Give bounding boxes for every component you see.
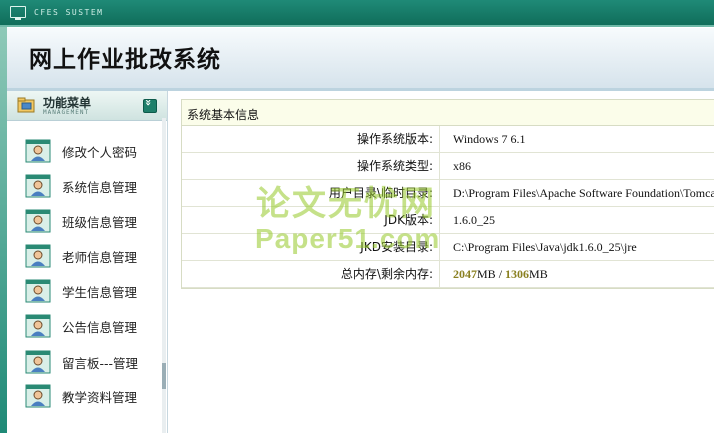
top-bar: CFES SUSTEM <box>0 0 714 27</box>
table-row: 总内存\剩余内存: 2047MB / 1306MB <box>182 261 714 288</box>
menu-folder-icon <box>17 97 35 113</box>
sidebar: 功能菜单 MANAGEMENT 修改个人密码 系统信息管理 班级信息管理 老师信… <box>7 91 168 433</box>
left-edge-strip <box>0 27 7 433</box>
page-title: 网上作业批改系统 <box>29 46 221 73</box>
menu-item-label: 修改个人密码 <box>62 145 138 160</box>
menu-subtitle: MANAGEMENT <box>43 109 90 116</box>
user-card-icon <box>25 350 51 374</box>
menu-item-teacher-info[interactable]: 老师信息管理 <box>25 241 165 269</box>
table-caption: 系统基本信息 <box>182 100 714 126</box>
menu-header: 功能菜单 MANAGEMENT <box>7 91 167 121</box>
scrollbar-grip[interactable] <box>162 363 166 389</box>
top-bar-divider <box>0 25 714 27</box>
table-row: 操作系统版本: Windows 7 6.1 <box>182 126 714 153</box>
menu-item-label: 系统信息管理 <box>62 180 138 195</box>
menu-item-label: 教学资料管理 <box>62 390 138 405</box>
system-label: CFES SUSTEM <box>34 8 104 17</box>
menu-item-class-info[interactable]: 班级信息管理 <box>25 206 165 234</box>
menu-item-message-board[interactable]: 留言板---管理 <box>25 347 165 375</box>
menu-item-label: 公告信息管理 <box>62 320 138 335</box>
menu-item-label: 学生信息管理 <box>62 285 138 300</box>
menu-item-student-info[interactable]: 学生信息管理 <box>25 276 165 304</box>
memory-unit: MB <box>529 267 548 281</box>
watermark-text: 论文无忧网 <box>256 184 436 224</box>
sidebar-scrollbar[interactable] <box>162 118 166 433</box>
watermark-url: Paper51.com <box>255 223 441 254</box>
row-value: x86 <box>453 159 471 173</box>
total-memory: 2047 <box>453 267 477 281</box>
user-card-icon <box>25 279 51 303</box>
memory-unit: MB <box>477 267 496 281</box>
menu-item-label: 留言板---管理 <box>62 356 139 371</box>
free-memory: 1306 <box>505 267 530 281</box>
row-value: D:\Program Files\Apache Software Foundat… <box>453 186 714 200</box>
user-card-icon <box>25 384 51 408</box>
menu-item-notice-info[interactable]: 公告信息管理 <box>25 311 165 339</box>
menu-item-teaching-materials[interactable]: 教学资料管理 <box>25 381 165 409</box>
row-key: 操作系统版本: <box>182 126 440 152</box>
row-key: 总内存\剩余内存: <box>182 261 440 287</box>
menu-item-change-password[interactable]: 修改个人密码 <box>25 136 165 164</box>
collapse-menu-icon[interactable] <box>143 99 157 113</box>
memory-separator: / <box>495 267 506 281</box>
user-card-icon <box>25 244 51 268</box>
row-value: 1.6.0_25 <box>453 213 495 227</box>
memory-value: 2047MB / 1306MB <box>453 261 714 287</box>
menu-item-label: 老师信息管理 <box>62 250 138 265</box>
header: 网上作业批改系统 <box>7 28 714 88</box>
menu-item-system-info[interactable]: 系统信息管理 <box>25 171 165 199</box>
table-caption-text: 系统基本信息 <box>187 108 260 122</box>
user-card-icon <box>25 174 51 198</box>
computer-icon <box>10 6 26 20</box>
row-value: C:\Program Files\Java\jdk1.6.0_25\jre <box>453 240 637 254</box>
row-value: Windows 7 6.1 <box>453 132 526 146</box>
user-card-icon <box>25 209 51 233</box>
menu-item-label: 班级信息管理 <box>62 215 138 230</box>
user-card-icon <box>25 139 51 163</box>
user-card-icon <box>25 314 51 338</box>
